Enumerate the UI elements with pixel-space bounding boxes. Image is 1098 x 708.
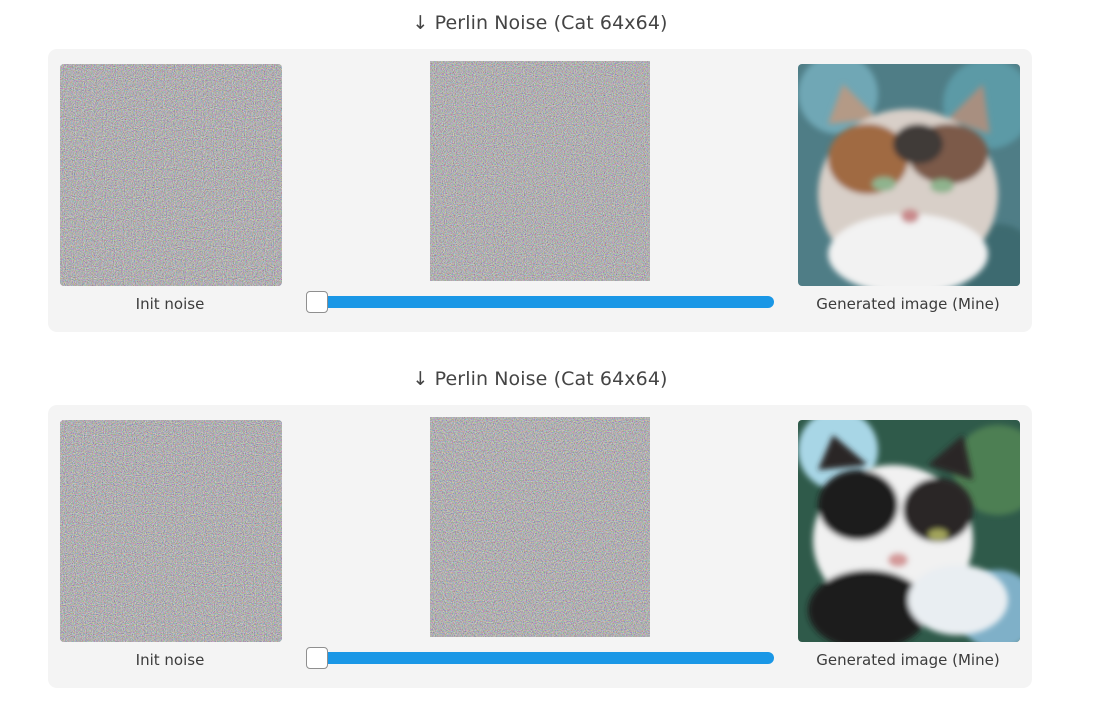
denoise-step-slider-track[interactable] bbox=[308, 652, 774, 664]
denoise-step-slider-thumb[interactable] bbox=[306, 647, 328, 669]
generated-image bbox=[798, 420, 1020, 642]
section-title: ↓ Perlin Noise (Cat 64x64) bbox=[412, 12, 668, 34]
cat-photo-icon bbox=[798, 64, 1020, 286]
denoise-step-slider-thumb[interactable] bbox=[306, 291, 328, 313]
init-noise-caption: Init noise bbox=[135, 651, 205, 669]
noise-texture bbox=[60, 64, 282, 286]
init-noise-image bbox=[60, 64, 282, 286]
generated-image bbox=[798, 64, 1020, 286]
denoise-step-slider-track[interactable] bbox=[308, 296, 774, 308]
noise-texture bbox=[430, 417, 650, 637]
demo-panel: Init noise Generated image (Mine) bbox=[48, 49, 1032, 332]
init-noise-caption: Init noise bbox=[135, 295, 205, 313]
cat-photo-icon bbox=[798, 420, 1020, 642]
section-title: ↓ Perlin Noise (Cat 64x64) bbox=[412, 368, 668, 390]
denoising-frame-image bbox=[430, 417, 650, 637]
denoising-frame-image bbox=[430, 61, 650, 281]
generated-image-caption: Generated image (Mine) bbox=[816, 295, 1000, 313]
demo-panel: Init noise Generated image (Mine) bbox=[48, 405, 1032, 688]
init-noise-image bbox=[60, 420, 282, 642]
noise-texture bbox=[60, 420, 282, 642]
noise-texture bbox=[430, 61, 650, 281]
generated-image-caption: Generated image (Mine) bbox=[816, 651, 1000, 669]
